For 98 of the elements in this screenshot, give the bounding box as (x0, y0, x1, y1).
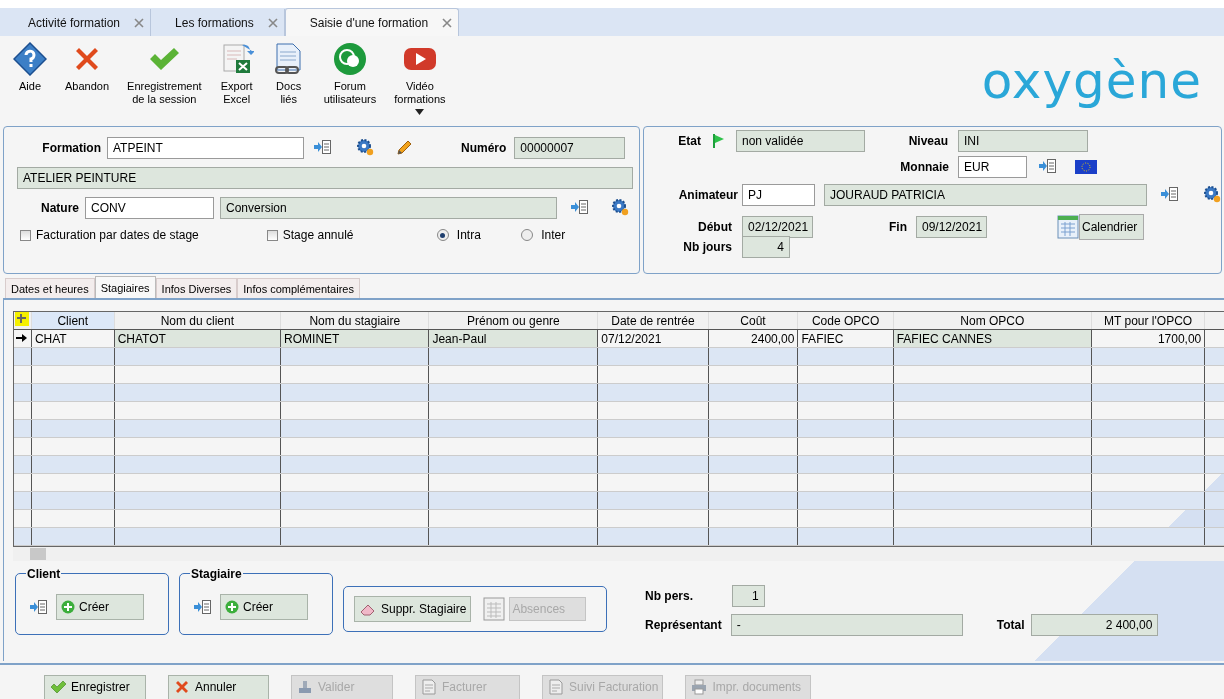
people-count-field: 1 (731, 585, 765, 607)
field-label: Nb jours (682, 240, 732, 254)
tab[interactable]: Infos Diverses (155, 278, 238, 298)
level-field: INI (958, 130, 1088, 152)
close-icon[interactable] (134, 17, 145, 28)
gear-icon[interactable] (1203, 184, 1221, 203)
lookup-icon[interactable] (314, 138, 332, 155)
status-field: non validée (736, 130, 865, 152)
field-label: Début (697, 220, 732, 234)
tab[interactable]: Les formations (151, 9, 285, 36)
start-date-field: 02/12/2021 (742, 216, 813, 238)
lookup-icon[interactable] (571, 198, 589, 215)
field-label: Nb pers. (645, 589, 694, 603)
tab[interactable]: Saisie d'une formation (284, 8, 460, 36)
trainer-name-field: JOURAUD PATRICIA (824, 184, 1147, 206)
days-field: 4 (742, 236, 790, 258)
tab[interactable]: Infos complémentaires (237, 278, 360, 298)
lookup-icon[interactable] (1039, 157, 1057, 174)
field-label: Etat (677, 134, 701, 148)
field-label: Animateur (677, 188, 738, 202)
checkbox[interactable]: Facturation par dates de stage (20, 228, 199, 242)
close-icon[interactable] (442, 17, 453, 28)
number-field: 00000007 (514, 137, 626, 159)
table-cell: 07/12/2021 (597, 329, 709, 348)
footer-button[interactable]: Enregistrer (44, 674, 146, 699)
toolbar-label[interactable]: Forum utilisateurs (323, 80, 377, 106)
toolbar-label[interactable]: Enregistrement de la session (127, 80, 202, 106)
table-cell: CHAT (31, 329, 115, 348)
tab[interactable]: Stagiaires (94, 276, 156, 298)
field-label: Niveau (907, 134, 948, 148)
radio-button[interactable]: Intra (436, 228, 481, 242)
group-title: Client (26, 567, 62, 581)
lookup-icon[interactable] (194, 599, 212, 615)
printer-icon (690, 679, 709, 695)
field-label: Représentant (645, 618, 722, 632)
toolbar-label[interactable]: Docs liés (276, 80, 302, 106)
logo: oxygène (981, 52, 1202, 110)
calendar-icon (483, 597, 506, 621)
field-label: Total (996, 618, 1025, 632)
lookup-icon[interactable] (30, 599, 48, 615)
flag-icon (1075, 160, 1097, 174)
horizontal-scrollbar[interactable] (13, 547, 1224, 561)
add-row-icon[interactable] (15, 312, 30, 326)
total-field: 2 400,00 (1031, 614, 1159, 636)
radio-button[interactable]: Inter (520, 228, 566, 242)
lookup-icon[interactable] (1161, 185, 1179, 202)
trainer-code-field[interactable]: PJ (742, 184, 815, 206)
table-cell: FAFIEC (797, 329, 894, 348)
field-label: Monnaie (899, 160, 949, 174)
plus-circle-icon (225, 600, 239, 614)
calendar-icon (1057, 215, 1079, 239)
nature-code-field[interactable]: CONV (85, 197, 214, 219)
nature-field: Conversion (220, 197, 557, 219)
invoice-icon (547, 679, 565, 695)
field-label: Nature (40, 201, 79, 215)
end-date-field: 09/12/2021 (916, 216, 987, 238)
column-header[interactable]: Date de rentrée (597, 312, 709, 330)
help-icon (13, 42, 47, 76)
create-button[interactable]: Créer (56, 594, 144, 620)
column-header[interactable]: Prénom ou genre (428, 312, 598, 330)
close-icon[interactable] (267, 17, 278, 28)
column-header[interactable]: Nom du stagiaire (280, 312, 429, 330)
calendar-button[interactable]: Calendrier (1079, 214, 1145, 240)
flag-icon (713, 134, 725, 148)
column-header[interactable]: Client (31, 312, 115, 330)
column-header[interactable]: Nom OPCO (893, 312, 1092, 330)
currency-field[interactable]: EUR (958, 156, 1027, 178)
check-icon (49, 679, 67, 695)
gear-icon[interactable] (356, 137, 374, 156)
checkbox[interactable]: Stage annulé (266, 228, 354, 242)
field-label: Numéro (461, 141, 507, 155)
column-header[interactable]: Coût (708, 312, 798, 330)
table-cell: 1700,00 (1091, 329, 1205, 348)
column-header[interactable]: MT pour l'OPCO (1091, 312, 1205, 330)
table-cell: 2400,00 (708, 329, 798, 348)
toolbar-label[interactable]: Abandon (65, 80, 110, 93)
plus-circle-icon (61, 600, 75, 614)
representative-field: - (730, 614, 963, 636)
field-label: Fin (888, 220, 907, 234)
chat-icon (332, 42, 367, 76)
group-title: Stagiaire (190, 567, 243, 581)
gear-icon[interactable] (611, 197, 629, 216)
toolbar-label[interactable]: Vidéo formations (394, 80, 446, 106)
toolbar-label[interactable]: Aide (19, 80, 41, 93)
column-header[interactable]: Nom du client (114, 312, 281, 330)
footer-button[interactable]: Annuler (168, 674, 269, 699)
tab[interactable]: Activité formation (4, 9, 152, 36)
formation-code-field[interactable]: ATPEINT (107, 137, 304, 159)
stamp-icon (296, 679, 314, 695)
toolbar-label[interactable]: Export Excel (220, 80, 253, 106)
action-button[interactable]: Suppr. Stagiaire (354, 596, 472, 622)
field-label: Formation (41, 141, 101, 155)
invoice-icon (420, 679, 438, 695)
create-button[interactable]: Créer (220, 594, 308, 620)
caret-icon[interactable] (415, 109, 425, 115)
tab[interactable]: Dates et heures (5, 278, 95, 298)
formation-title-field: ATELIER PEINTURE (17, 167, 633, 189)
column-header[interactable]: Code OPCO (797, 312, 894, 330)
